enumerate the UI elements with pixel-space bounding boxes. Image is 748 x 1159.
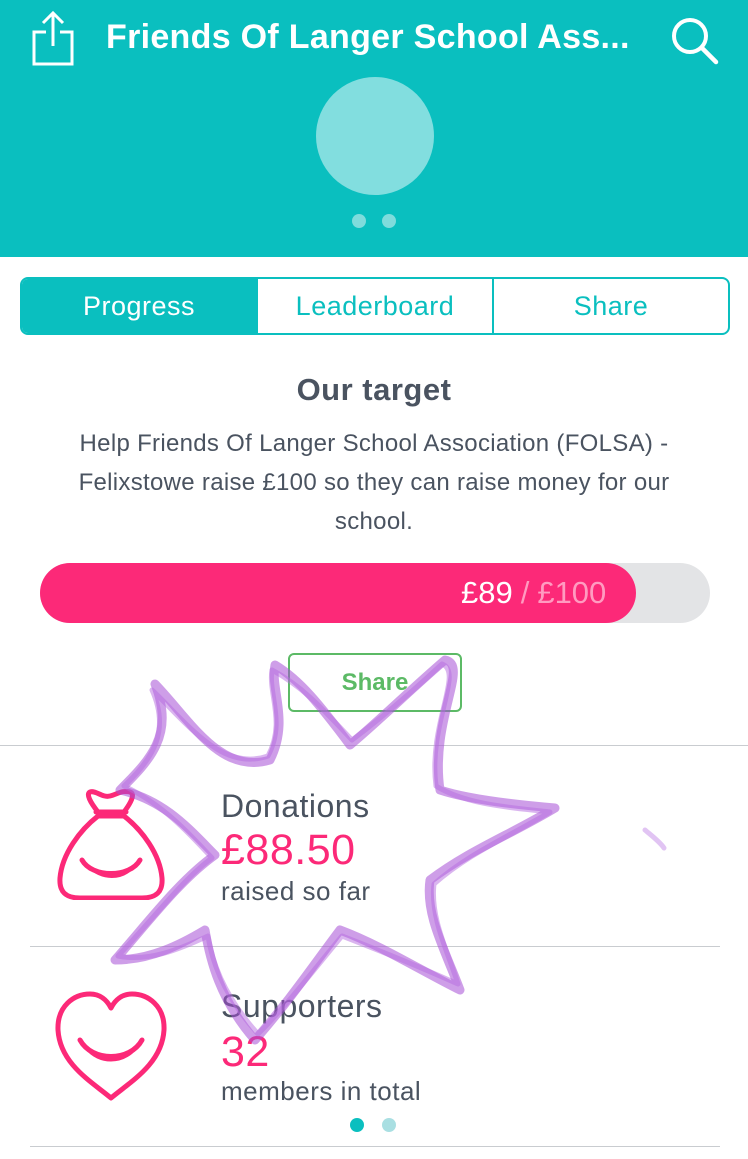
section-divider [0, 745, 748, 746]
search-icon[interactable] [668, 14, 720, 66]
progress-bar: £89 / £100 [40, 563, 710, 623]
header-bar: Friends Of Langer School Ass... [0, 0, 748, 257]
pager-dot[interactable] [382, 1118, 396, 1132]
heart-icon [52, 986, 170, 1104]
share-icon[interactable] [28, 10, 78, 68]
stat-divider [30, 946, 720, 947]
progress-bar-fill: £89 / £100 [40, 563, 637, 623]
money-bag-icon [52, 782, 170, 901]
donations-subtext: raised so far [221, 876, 371, 906]
target-description: Help Friends Of Langer School Associatio… [78, 430, 670, 535]
header-carousel-dots [352, 214, 396, 228]
tab-leaderboard[interactable]: Leaderboard [256, 279, 492, 333]
carousel-dot[interactable] [352, 214, 366, 228]
avatar [316, 77, 434, 195]
stat-divider [30, 1146, 720, 1147]
donations-label: Donations [221, 788, 370, 824]
tab-progress[interactable]: Progress [22, 279, 256, 333]
target-amount: £100 [537, 575, 607, 610]
supporters-value: 32 [221, 1028, 270, 1076]
share-button[interactable]: Share [288, 653, 462, 712]
tab-share[interactable]: Share [492, 279, 728, 333]
raised-amount: £89 [460, 575, 513, 610]
pager-dot-active[interactable] [350, 1118, 364, 1132]
tab-bar: Progress Leaderboard Share [20, 277, 730, 335]
amount-separator: / [520, 575, 530, 610]
stats-pager-dots [350, 1118, 396, 1132]
target-heading: Our target [296, 372, 452, 407]
donations-value: £88.50 [221, 826, 356, 874]
carousel-dot[interactable] [382, 214, 396, 228]
page-title: Friends Of Langer School Ass... [106, 18, 630, 56]
supporters-subtext: members in total [221, 1076, 422, 1106]
supporters-label: Supporters [221, 988, 383, 1024]
